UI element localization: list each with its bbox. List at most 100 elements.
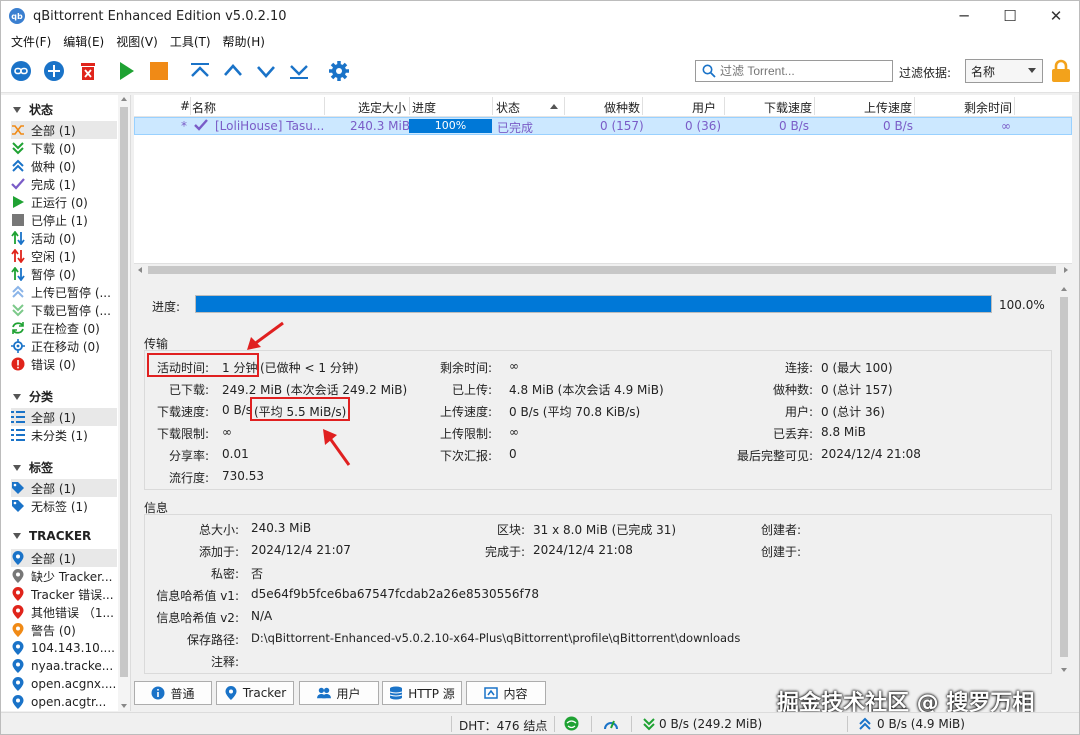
- menu-tools[interactable]: 工具(T): [164, 33, 217, 50]
- status-filter-item[interactable]: 做种 (0): [11, 157, 117, 175]
- tab-content[interactable]: 内容: [466, 681, 546, 705]
- speed-limit-icon[interactable]: [603, 716, 619, 734]
- location-pin-icon: [11, 551, 25, 565]
- sidebar-scroll-thumb[interactable]: [120, 107, 128, 677]
- menu-view[interactable]: 视图(V): [110, 33, 164, 50]
- col-progress[interactable]: 进度: [412, 99, 436, 116]
- details-scroll-thumb[interactable]: [1060, 297, 1068, 657]
- delete-torrent-icon[interactable]: [77, 60, 99, 82]
- status-filter-item[interactable]: 完成 (1): [11, 175, 117, 193]
- col-status[interactable]: 状态: [496, 99, 520, 116]
- tracker-filter-item[interactable]: 警告 (0): [11, 621, 117, 639]
- tracker-filter-header[interactable]: TRACKER: [13, 529, 91, 543]
- chevron-down-icon: [1028, 68, 1036, 73]
- tracker-filter-label: 104.143.10....: [31, 641, 115, 655]
- location-pin-icon: [11, 641, 25, 655]
- location-pin-icon: [11, 677, 25, 691]
- tab-general[interactable]: 普通: [134, 681, 212, 705]
- status-download: 0 B/s (249.2 MiB): [659, 717, 763, 731]
- start-icon[interactable]: [115, 60, 137, 82]
- tracker-filter-item[interactable]: open.acgnx....: [11, 675, 117, 693]
- menu-bar: 文件(F) 编辑(E) 视图(V) 工具(T) 帮助(H): [1, 31, 1079, 51]
- completed-check-icon: [193, 118, 209, 135]
- lock-icon[interactable]: [1050, 59, 1072, 83]
- move-up-icon[interactable]: [222, 60, 244, 82]
- connection-status-icon[interactable]: [564, 716, 579, 734]
- menu-edit[interactable]: 编辑(E): [57, 33, 110, 50]
- tab-http-sources[interactable]: HTTP 源: [382, 681, 462, 705]
- status-filter-item[interactable]: 正在移动 (0): [11, 337, 117, 355]
- status-filter-item[interactable]: 正运行 (0): [11, 193, 117, 211]
- status-filter-item[interactable]: 活动 (0): [11, 229, 117, 247]
- tracker-filter-item[interactable]: Tracker 错误...: [11, 585, 117, 603]
- col-down-speed[interactable]: 下载速度: [764, 99, 812, 116]
- scroll-up-icon[interactable]: [121, 97, 127, 101]
- tracker-filter-item[interactable]: 104.143.10....: [11, 639, 117, 657]
- move-down-icon[interactable]: [255, 60, 277, 82]
- details-scrollbar[interactable]: [1058, 285, 1070, 675]
- table-header: # 名称 选定大小 进度 状态 做种数 用户 下载速度 上传速度 剩余时间: [134, 95, 1072, 117]
- maximize-button[interactable]: ☐: [987, 1, 1033, 31]
- completed-on-label: 完成于:: [484, 545, 525, 559]
- search-input[interactable]: [720, 64, 880, 78]
- table-horizontal-scrollbar[interactable]: [134, 263, 1072, 276]
- tag-filter-header[interactable]: 标签: [13, 459, 53, 476]
- minimize-button[interactable]: ─: [941, 1, 987, 31]
- col-num[interactable]: #: [180, 99, 190, 113]
- scroll-down-icon[interactable]: [121, 704, 127, 708]
- status-filter-item[interactable]: 下载 (0): [11, 139, 117, 157]
- eta-label: 剩余时间:: [439, 361, 492, 375]
- col-seeds[interactable]: 做种数: [604, 99, 640, 116]
- category-item-all[interactable]: 全部 (1): [11, 408, 117, 426]
- users-icon: [317, 686, 332, 700]
- status-filter-header[interactable]: 状态: [13, 101, 53, 118]
- tracker-filter-item[interactable]: 全部 (1): [11, 549, 117, 567]
- tracker-filter-item[interactable]: 其他错误 （1...: [11, 603, 117, 621]
- col-peers[interactable]: 用户: [692, 99, 716, 116]
- add-link-icon[interactable]: [10, 60, 32, 82]
- status-filter-item[interactable]: 上传已暂停 (...: [11, 283, 117, 301]
- search-box[interactable]: [695, 60, 893, 82]
- location-pin-icon: [11, 659, 25, 673]
- scroll-up-icon[interactable]: [1061, 287, 1067, 291]
- tracker-filter-item[interactable]: nyaa.tracke...: [11, 657, 117, 675]
- location-pin-icon: [11, 605, 25, 619]
- col-size[interactable]: 选定大小: [358, 99, 406, 116]
- tab-tracker[interactable]: Tracker: [216, 681, 294, 705]
- dl-limit-value: ∞: [222, 425, 232, 439]
- close-button[interactable]: ✕: [1033, 1, 1079, 31]
- filter-dropdown[interactable]: 名称: [965, 59, 1043, 83]
- status-filter-item[interactable]: 正在检查 (0): [11, 319, 117, 337]
- tag-item-untagged[interactable]: 无标签 (1): [11, 497, 117, 515]
- settings-gear-icon[interactable]: [328, 60, 350, 82]
- menu-help[interactable]: 帮助(H): [217, 33, 271, 50]
- sidebar-scrollbar[interactable]: [118, 95, 130, 711]
- scroll-left-icon[interactable]: [138, 267, 142, 273]
- add-torrent-icon[interactable]: [43, 60, 65, 82]
- menu-file[interactable]: 文件(F): [5, 33, 57, 50]
- status-filter-item[interactable]: 全部 (1): [11, 121, 117, 139]
- tab-peers[interactable]: 用户: [299, 681, 379, 705]
- active-icon: [11, 231, 25, 245]
- tracker-filter-item[interactable]: 缺少 Tracker...: [11, 567, 117, 585]
- table-row[interactable]: * [LoliHouse] Tasu... 240.3 MiB 100% 已完成…: [134, 117, 1072, 135]
- tag-item-all[interactable]: 全部 (1): [11, 479, 117, 497]
- scroll-down-icon[interactable]: [1061, 668, 1067, 672]
- move-bottom-icon[interactable]: [288, 60, 310, 82]
- col-name[interactable]: 名称: [192, 99, 216, 116]
- status-filter-item[interactable]: 错误 (0): [11, 355, 117, 373]
- status-filter-item[interactable]: 已停止 (1): [11, 211, 117, 229]
- category-item-uncategorized[interactable]: 未分类 (1): [11, 426, 117, 444]
- status-filter-item[interactable]: 空闲 (1): [11, 247, 117, 265]
- tracker-filter-label: 其他错误 （1...: [31, 605, 114, 620]
- tracker-filter-item[interactable]: open.acgtr...: [11, 693, 117, 711]
- stop-icon[interactable]: [148, 60, 170, 82]
- move-top-icon[interactable]: [189, 60, 211, 82]
- scroll-right-icon[interactable]: [1064, 267, 1068, 273]
- category-filter-header[interactable]: 分类: [13, 388, 53, 405]
- status-filter-item[interactable]: 下载已暂停 (...: [11, 301, 117, 319]
- col-up-speed[interactable]: 上传速度: [864, 99, 912, 116]
- status-filter-item[interactable]: 暂停 (0): [11, 265, 117, 283]
- col-eta[interactable]: 剩余时间: [964, 99, 1012, 116]
- table-scroll-thumb[interactable]: [148, 266, 1056, 274]
